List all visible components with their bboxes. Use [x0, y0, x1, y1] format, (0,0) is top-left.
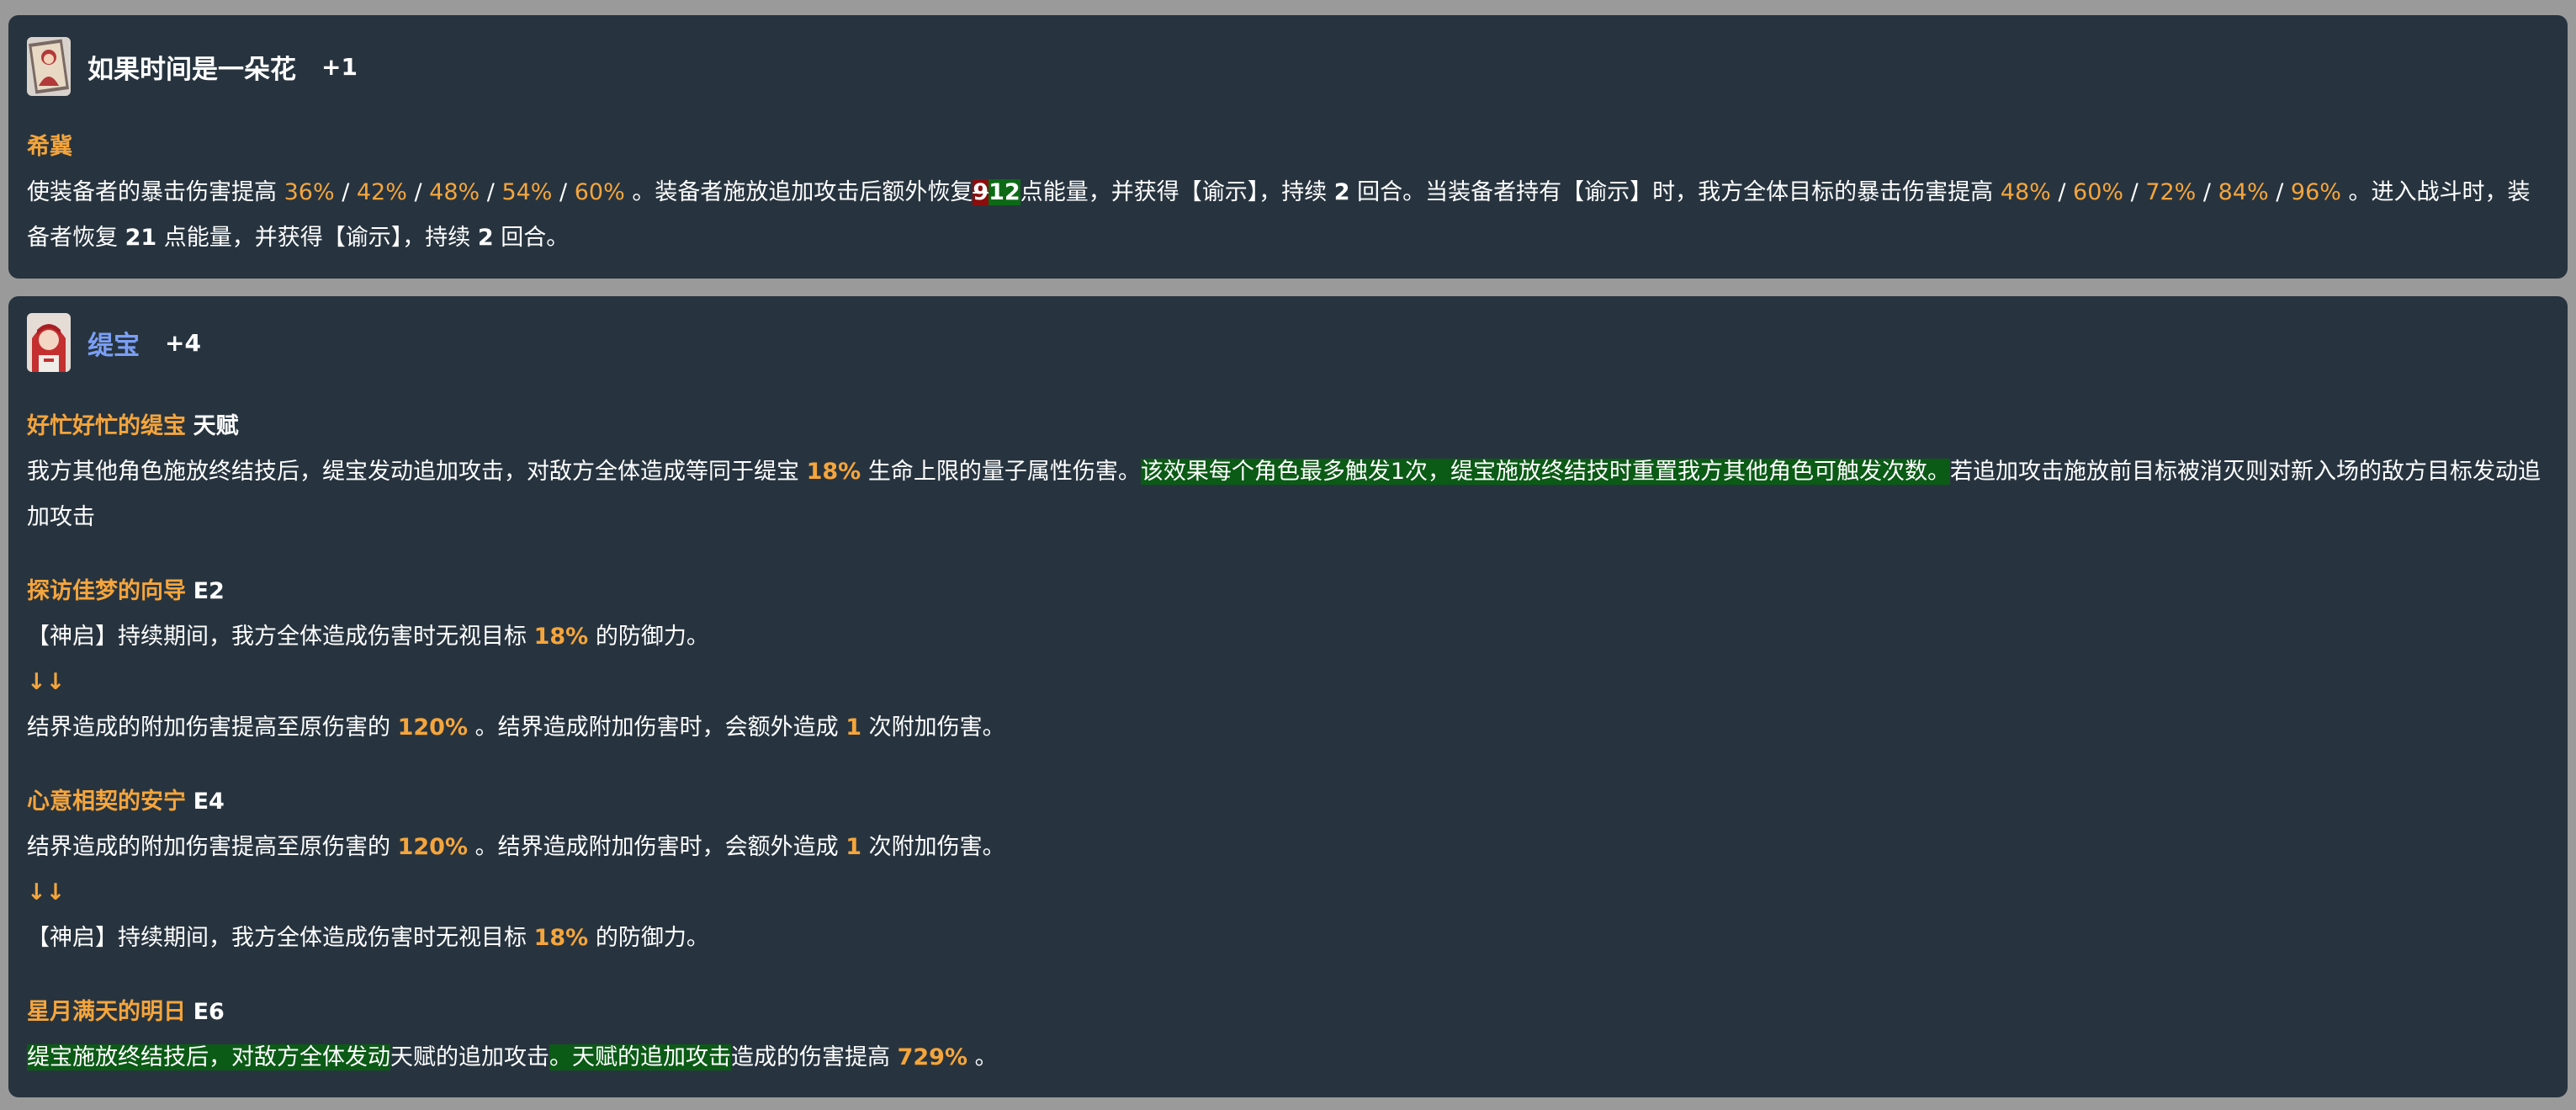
e4-old-value: 120% — [397, 834, 469, 860]
e2-section: 探访佳梦的向导 E2 【神启】持续期间，我方全体造成伤害时无视目标 18% 的防… — [27, 569, 2549, 751]
desc-text: 的防御力。 — [588, 624, 709, 650]
lightcone-skill-title: 希冀 — [27, 134, 72, 160]
desc-text: 回合。当装备者持有【谕示】时，我方全体目标的暴击伤害提高 — [1349, 179, 2001, 205]
value-sep: / — [406, 179, 430, 205]
team-crit-value: 84% — [2218, 179, 2269, 205]
e4-old-desc: 结界造成的附加伤害提高至原伤害的 120% 。结界造成附加伤害时，会额外造成 1… — [27, 825, 2549, 870]
e6-title: 星月满天的明日 — [27, 999, 186, 1025]
change-arrow-icon: ↓↓ — [27, 879, 66, 906]
e6-section: 星月满天的明日 E6 缇宝施放终结技后，对敌方全体发动天赋的追加攻击。天赋的追加… — [27, 990, 2549, 1081]
talent-tag: 天赋 — [193, 413, 239, 439]
e6-desc: 缇宝施放终结技后，对敌方全体发动天赋的追加攻击。天赋的追加攻击造成的伤害提高 7… — [27, 1035, 2549, 1081]
desc-text: 。 — [967, 1044, 998, 1070]
lightcone-skill: 希冀 使装备者的暴击伤害提高 36% / 42% / 48% / 54% / 6… — [27, 125, 2549, 261]
added-text: 该效果每个角色最多触发1次，缇宝施放终结技时重置我方其他角色可触发次数。 — [1140, 459, 1951, 485]
desc-text: 的防御力。 — [588, 925, 709, 951]
desc-text: 使装备者的暴击伤害提高 — [27, 179, 284, 205]
desc-text: 。结界造成附加伤害时，会额外造成 — [468, 834, 846, 860]
value-sep: / — [334, 179, 357, 205]
desc-text: 点能量，并获得【谕示】，持续 — [1020, 179, 1334, 205]
character-header: 缇宝 +4 — [27, 313, 201, 372]
lightcone-skill-desc: 使装备者的暴击伤害提高 36% / 42% / 48% / 54% / 60% … — [27, 170, 2549, 261]
e4-new-value: 18% — [533, 925, 589, 951]
lightcone-card: 如果时间是一朵花 +1 希冀 使装备者的暴击伤害提高 36% / 42% / 4… — [8, 15, 2568, 279]
character-name: 缇宝 — [87, 330, 140, 361]
crit-value: 36% — [284, 179, 335, 205]
turns-value: 2 — [477, 225, 494, 251]
desc-text: 我方其他角色施放终结技后，缇宝发动追加攻击，对敌方全体造成等同于缇宝 — [27, 459, 807, 485]
lightcone-image — [27, 37, 71, 96]
desc-text: 点能量，并获得【谕示】，持续 — [156, 225, 478, 251]
crit-value: 54% — [501, 179, 553, 205]
change-arrow-icon: ↓↓ — [27, 669, 66, 695]
desc-text: 次附加伤害。 — [861, 714, 1005, 741]
e2-new-desc: 结界造成的附加伤害提高至原伤害的 120% 。结界造成附加伤害时，会额外造成 1… — [27, 705, 2549, 751]
desc-text: 结界造成的附加伤害提高至原伤害的 — [27, 714, 398, 741]
e4-title: 心意相契的安宁 — [27, 789, 186, 815]
lightcone-name: 如果时间是一朵花 — [87, 54, 296, 85]
added-value: 12 — [989, 179, 1020, 205]
lightcone-header: 如果时间是一朵花 +1 — [27, 37, 358, 96]
e2-new-count: 1 — [845, 714, 861, 741]
e2-new-value: 120% — [397, 714, 469, 741]
desc-text: 回合。 — [493, 225, 570, 251]
added-text: 缇宝施放终结技后，对敌方全体发动 — [27, 1044, 390, 1070]
energy-value: 21 — [125, 225, 157, 251]
team-crit-value: 72% — [2145, 179, 2197, 205]
crit-value: 60% — [574, 179, 625, 205]
e4-old-count: 1 — [845, 834, 861, 860]
team-crit-value: 48% — [2000, 179, 2051, 205]
value-sep: / — [2268, 179, 2291, 205]
e2-old-desc: 【神启】持续期间，我方全体造成伤害时无视目标 18% 的防御力。 — [27, 614, 2549, 660]
e4-section: 心意相契的安宁 E4 结界造成的附加伤害提高至原伤害的 120% 。结界造成附加… — [27, 779, 2549, 961]
desc-text: 。结界造成附加伤害时，会额外造成 — [468, 714, 846, 741]
character-card: 缇宝 +4 好忙好忙的缇宝 天赋 我方其他角色施放终结技后，缇宝发动追加攻击，对… — [8, 296, 2568, 1097]
e2-tag: E2 — [193, 578, 225, 604]
talent-section: 好忙好忙的缇宝 天赋 我方其他角色施放终结技后，缇宝发动追加攻击，对敌方全体造成… — [27, 404, 2549, 540]
desc-text: 结界造成的附加伤害提高至原伤害的 — [27, 834, 398, 860]
team-crit-value: 96% — [2290, 179, 2341, 205]
desc-text: 造成的伤害提高 — [731, 1044, 898, 1070]
character-avatar — [27, 313, 71, 372]
talent-title: 好忙好忙的缇宝 — [27, 413, 186, 439]
value-sep: / — [2050, 179, 2074, 205]
value-sep: / — [2123, 179, 2146, 205]
added-text: 。天赋的追加攻击 — [549, 1044, 731, 1070]
e2-title: 探访佳梦的向导 — [27, 578, 186, 604]
team-crit-value: 60% — [2073, 179, 2124, 205]
crit-value: 48% — [429, 179, 480, 205]
lightcone-rank: +1 — [321, 52, 358, 81]
turns-value: 2 — [1333, 179, 1350, 205]
value-sep: / — [552, 179, 575, 205]
talent-desc: 我方其他角色施放终结技后，缇宝发动追加攻击，对敌方全体造成等同于缇宝 18% 生… — [27, 449, 2549, 540]
e2-old-value: 18% — [533, 624, 589, 650]
value-sep: / — [480, 179, 502, 205]
desc-text: 次附加伤害。 — [861, 834, 1005, 860]
desc-text: 天赋的追加攻击 — [390, 1044, 549, 1070]
talent-value: 18% — [806, 459, 861, 485]
desc-text: 生命上限的量子属性伤害。 — [861, 459, 1141, 485]
crit-value: 42% — [356, 179, 407, 205]
character-rank: +4 — [165, 328, 201, 357]
e6-value: 729% — [897, 1044, 968, 1070]
removed-value: 9 — [973, 179, 989, 205]
e6-tag: E6 — [193, 999, 225, 1025]
desc-text: 。装备者施放追加攻击后额外恢复 — [624, 179, 973, 205]
e4-tag: E4 — [193, 789, 225, 815]
value-sep: / — [2196, 179, 2218, 205]
desc-text: 【神启】持续期间，我方全体造成伤害时无视目标 — [27, 925, 534, 951]
e4-new-desc: 【神启】持续期间，我方全体造成伤害时无视目标 18% 的防御力。 — [27, 916, 2549, 961]
desc-text: 【神启】持续期间，我方全体造成伤害时无视目标 — [27, 624, 534, 650]
